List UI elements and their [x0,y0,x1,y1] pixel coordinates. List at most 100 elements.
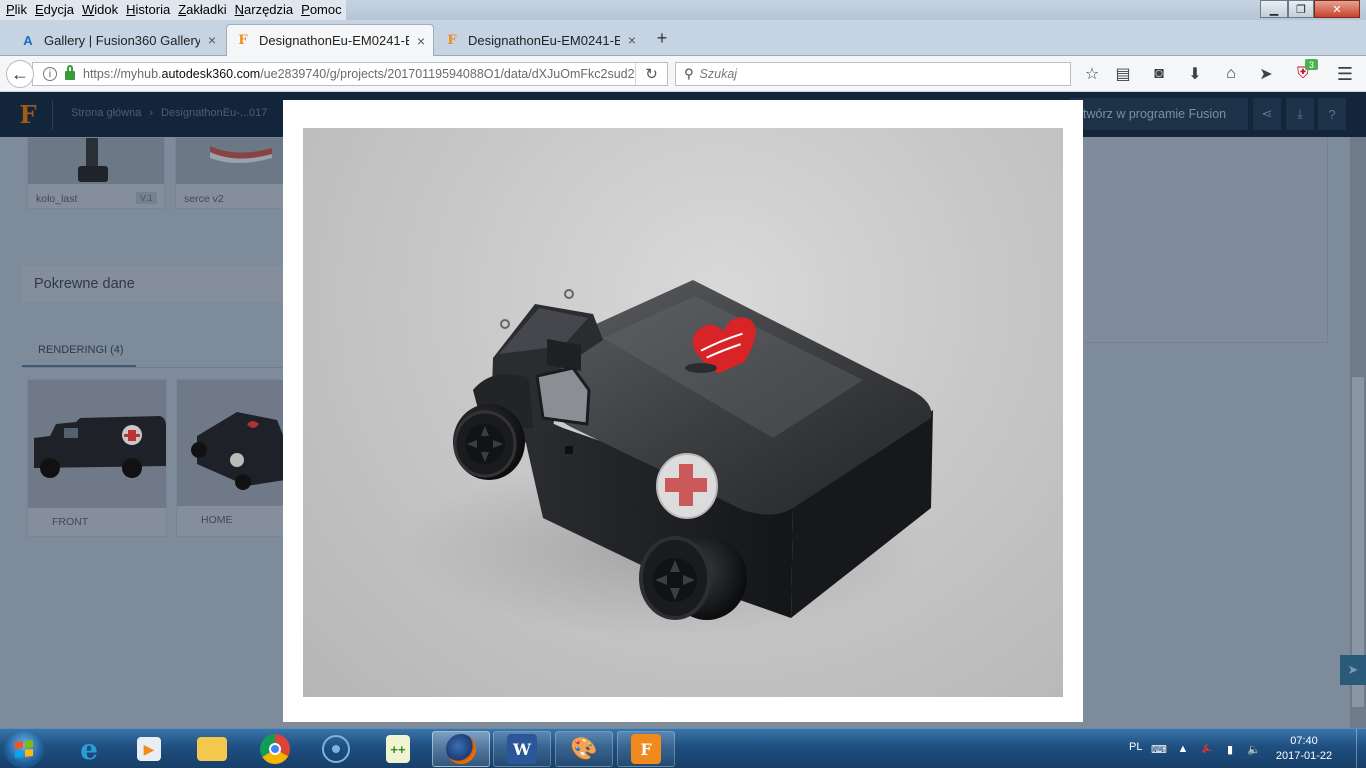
rendering-thumbnail [177,380,285,506]
search-input[interactable]: ⚲ Szukaj [675,62,1071,86]
new-tab-button[interactable]: + [652,26,672,50]
menu-tools[interactable]: Narzędzia [231,0,298,20]
circle-app-icon [322,735,350,763]
paint-palette-icon: 🎨 [570,736,598,761]
menu-list: Plik Edycja Widok Historia Zakładki Narz… [0,0,346,20]
download-icon[interactable]: ⤓ [1286,98,1314,130]
language-indicator[interactable]: PL [1129,741,1142,753]
tab-title: Gallery | Fusion360 Gallery [44,32,200,48]
ambulance-front-thumbnail [28,380,166,508]
help-icon[interactable]: ? [1318,98,1346,130]
rendering-card-front[interactable]: FRONT [27,379,167,537]
rendering-thumbnail [28,380,166,508]
close-tab-icon[interactable]: × [417,33,425,49]
menu-bar: Plik Edycja Widok Historia Zakładki Narz… [0,0,1366,20]
minimize-icon: ▁ [1269,3,1279,16]
tab-renderings[interactable]: RENDERINGI (4) [22,336,136,367]
breadcrumb: Strona główna › DesignathonEu-...017 [71,107,267,119]
taskbar-firefox[interactable] [432,731,490,767]
tab-designathon[interactable]: F DesignathonEu-EM0241-E... × [436,24,644,56]
info-icon[interactable]: i [43,67,57,81]
volume-icon[interactable]: 🔈 [1246,741,1262,757]
tab-designathon-active[interactable]: F DesignathonEu-EM0241-E... × [226,24,434,56]
address-bar[interactable]: i https://myhub.autodesk360.com/ue283974… [32,62,668,86]
taskbar-word[interactable]: W [493,731,551,767]
taskbar-fusion360[interactable]: F [617,731,675,767]
minimize-button[interactable]: ▁ [1260,0,1288,18]
maximize-icon: ❐ [1296,3,1306,16]
menu-history[interactable]: Historia [122,0,174,20]
download-icon[interactable]: ⬇ [1184,64,1206,84]
close-tab-icon[interactable]: × [208,32,216,48]
lock-icon [65,65,75,80]
tab-strip: A Gallery | Fusion360 Gallery × F Design… [0,20,1366,56]
close-window-button[interactable]: ✕ [1314,0,1360,18]
fusion-icon: F [238,33,248,48]
clock-time: 07:40 [1290,735,1318,747]
folder-icon [197,737,227,761]
taskbar-paint[interactable]: 🎨 [555,731,613,767]
word-icon: W [507,734,537,764]
rendering-card-home[interactable]: HOME [176,379,286,537]
reload-icon[interactable]: ↻ [635,63,667,85]
media-player-icon: ▶ [137,737,161,761]
breadcrumb-project[interactable]: DesignathonEu-...017 [161,107,267,119]
send-icon[interactable]: ➤ [1255,64,1277,84]
hamburger-menu-icon[interactable]: ☰ [1334,64,1356,84]
renderings-tab-label: RENDERINGI (4) [38,344,124,356]
windows-taskbar: e ▶ ++ W 🎨 F PL ⌨ ▲ ⍼ ▮ 🔈 07:40 2017-01-… [0,728,1366,768]
taskbar-media-player[interactable]: ▶ [120,731,178,767]
taskbar-app[interactable] [307,731,365,767]
close-tab-icon[interactable]: × [628,32,636,48]
file-thumbnail [28,138,164,184]
taskbar-internet-explorer[interactable]: e [60,731,118,767]
rendering-label: FRONT [52,516,89,528]
back-arrow-icon: ← [11,63,29,84]
tab-gallery[interactable]: A Gallery | Fusion360 Gallery × [12,24,224,56]
wheel-part-icon [78,138,108,182]
file-name: serce v2 [184,193,224,205]
show-desktop-button[interactable] [1356,729,1366,768]
back-button[interactable]: ← [6,60,34,88]
plus-icon: + [656,27,668,48]
feedback-icon[interactable]: ➤ [1340,655,1366,685]
antivirus-icon[interactable]: ⍼ [1199,741,1215,757]
related-data-header: Pokrewne dane [22,266,284,302]
internet-explorer-icon: e [80,732,98,766]
file-card-kolo[interactable]: kolo_last V.1 [27,137,165,209]
maximize-button[interactable]: ❐ [1288,0,1314,18]
search-placeholder: Szukaj [699,67,738,81]
tray-expand-icon[interactable]: ▲ [1175,741,1191,757]
home-icon[interactable]: ⌂ [1220,64,1242,84]
taskbar-chrome[interactable] [246,731,304,767]
breadcrumb-separator: › [149,107,153,119]
menu-edit[interactable]: Edycja [31,0,78,20]
reading-list-icon[interactable]: ▤ [1112,64,1134,84]
url-text[interactable]: https://myhub.autodesk360.com/ue2839740/… [83,67,635,81]
share-icon[interactable]: ⋖ [1253,98,1281,130]
menu-bookmarks[interactable]: Zakładki [174,0,230,20]
open-in-fusion-button[interactable]: twórz w programie Fusion [1070,98,1248,130]
pocket-icon[interactable]: ◙ [1148,64,1170,84]
start-button[interactable] [4,730,44,768]
tabs-divider [22,367,284,368]
breadcrumb-home[interactable]: Strona główna [71,107,141,119]
keyboard-icon[interactable]: ⌨ [1151,741,1167,757]
system-clock[interactable]: 07:40 2017-01-22 [1274,734,1334,764]
autodesk-gallery-icon: A [23,32,33,48]
tab-title: DesignathonEu-EM0241-E... [259,33,409,48]
file-card-serce[interactable]: serce v2 [175,137,285,209]
firefox-icon [446,734,476,764]
fusion-logo-icon[interactable]: F [17,100,39,129]
ambulance-rendering-image[interactable] [303,128,1063,697]
taskbar-notepad-plus[interactable]: ++ [369,731,427,767]
network-icon[interactable]: ▮ [1222,741,1238,757]
menu-help[interactable]: Pomoc [297,0,345,20]
tab-title: DesignathonEu-EM0241-E... [468,32,620,48]
heart-part-icon [210,146,272,163]
header-divider [52,100,53,130]
bookmark-star-icon[interactable]: ☆ [1081,64,1103,84]
taskbar-file-explorer[interactable] [183,731,241,767]
menu-file[interactable]: Plik [2,0,31,20]
menu-view[interactable]: Widok [78,0,122,20]
